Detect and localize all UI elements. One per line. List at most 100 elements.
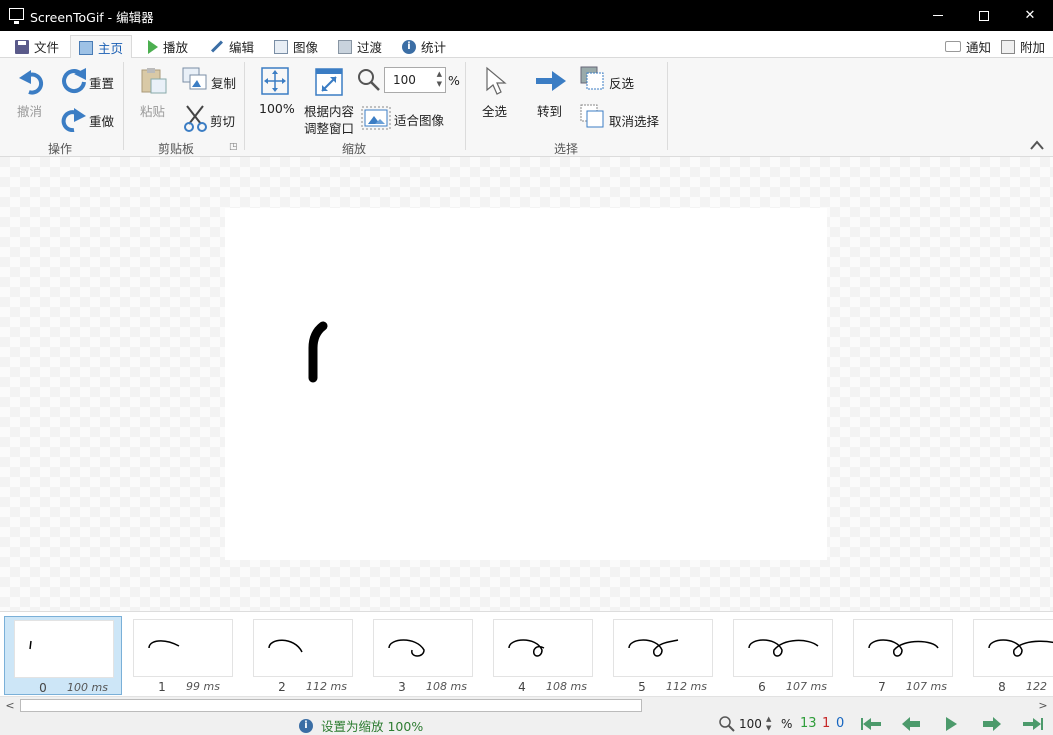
- frame-item-0[interactable]: 0 100 ms: [4, 616, 122, 695]
- minimize-icon: [933, 15, 943, 16]
- group-label-select: 选择: [553, 142, 578, 156]
- status-message: i 设置为缩放 100%: [299, 716, 423, 735]
- status-zoom-unit: %: [781, 717, 793, 731]
- editor-canvas-area: [0, 157, 1053, 611]
- magnifier-icon: [719, 716, 735, 732]
- pen-icon: [210, 40, 224, 53]
- tab-edit[interactable]: 编辑: [210, 35, 254, 58]
- app-monitor-icon: [9, 8, 24, 24]
- ribbon-tab-bar: 文件 主页 播放 编辑 图像 过渡 i 统计 通知 附加: [0, 31, 1053, 59]
- zoom-value-input[interactable]: 100 ▲ ▼: [384, 67, 446, 93]
- title-bar: ScreenToGif - 编辑器 ✕: [0, 0, 1053, 31]
- tab-extras[interactable]: 附加: [1001, 35, 1045, 58]
- scrollbar-thumb[interactable]: [20, 699, 642, 712]
- fit-image-icon: [361, 106, 391, 130]
- tab-home[interactable]: 主页: [70, 35, 133, 59]
- select-all-button[interactable]: 全选: [478, 64, 514, 124]
- window-title: ScreenToGif - 编辑器: [30, 10, 154, 25]
- frame-item-2[interactable]: 2 112 ms: [244, 616, 362, 695]
- tab-image[interactable]: 图像: [274, 35, 318, 58]
- group-label-actions: 操作: [47, 142, 72, 156]
- info-icon: i: [299, 718, 313, 733]
- deselect-icon: [580, 104, 604, 128]
- invert-selection-button[interactable]: 反选: [580, 64, 650, 94]
- home-icon: [79, 40, 93, 55]
- drawn-stroke: [308, 321, 328, 383]
- frame-thumbnail: [613, 619, 713, 677]
- group-label-clipboard: 剪贴板: [157, 142, 194, 156]
- tab-file[interactable]: 文件: [15, 35, 59, 58]
- close-button[interactable]: ✕: [1007, 0, 1053, 31]
- minimize-button[interactable]: [915, 0, 961, 31]
- frame-thumbnail: [853, 619, 953, 677]
- frame-thumbnail: [133, 619, 233, 677]
- resize-window-icon: [315, 68, 343, 96]
- frame-thumbnail: [253, 619, 353, 677]
- tab-play[interactable]: 播放: [148, 35, 188, 58]
- frame-count-selected: 1: [822, 716, 831, 731]
- group-divider: [244, 62, 245, 150]
- frame-item-7[interactable]: 7 107 ms: [844, 616, 962, 695]
- copy-button[interactable]: 复制: [181, 64, 241, 94]
- scroll-left-icon[interactable]: <: [2, 698, 18, 713]
- paste-icon: [141, 68, 167, 94]
- redo-button[interactable]: 重做: [58, 102, 118, 132]
- frame-item-3[interactable]: 3 108 ms: [364, 616, 482, 695]
- play-frames-icon[interactable]: [944, 716, 958, 732]
- frame-thumbnail: [973, 619, 1053, 677]
- current-frame-canvas[interactable]: [225, 208, 827, 560]
- copy-icon: [182, 67, 207, 90]
- group-label-zoom: 缩放: [341, 142, 366, 156]
- save-icon: [15, 39, 29, 54]
- collapse-ribbon-chevron-up-icon[interactable]: [1029, 139, 1045, 151]
- group-divider: [667, 62, 668, 150]
- magnifier-icon: [358, 69, 380, 91]
- frame-thumbnail: [14, 620, 114, 678]
- reset-button[interactable]: 重置: [58, 64, 118, 94]
- frame-count-other: 0: [836, 716, 845, 731]
- paste-button[interactable]: 粘贴: [136, 64, 170, 124]
- deselect-button[interactable]: 取消选择: [580, 102, 664, 132]
- transition-icon: [338, 39, 352, 54]
- play-icon: [148, 39, 158, 54]
- reset-icon: [62, 68, 86, 93]
- group-divider: [123, 62, 124, 150]
- info-icon: i: [402, 39, 416, 54]
- frame-count-total: 13: [800, 716, 817, 731]
- fit-window-button[interactable]: 根据内容 调整窗口: [303, 64, 361, 138]
- tab-transition[interactable]: 过渡: [338, 35, 382, 58]
- close-icon: ✕: [1024, 8, 1036, 23]
- fit-image-button[interactable]: 适合图像: [361, 106, 457, 130]
- frame-item-6[interactable]: 6 107 ms: [724, 616, 842, 695]
- status-zoom-spinner[interactable]: ▲ ▼: [766, 715, 771, 733]
- fit-size-icon: [261, 67, 289, 95]
- last-frame-icon[interactable]: [1021, 716, 1043, 732]
- maximize-button[interactable]: [961, 0, 1007, 31]
- frame-list-scrollbar[interactable]: < >: [0, 696, 1053, 713]
- first-frame-icon[interactable]: [861, 716, 883, 732]
- scroll-right-icon[interactable]: >: [1035, 698, 1051, 713]
- status-bar: i 设置为缩放 100% 100 ▲ ▼ % 13 1 0: [0, 713, 1053, 735]
- undo-icon: [19, 70, 44, 95]
- frame-item-4[interactable]: 4 108 ms: [484, 616, 602, 695]
- notification-icon: [945, 41, 961, 52]
- next-frame-icon[interactable]: [982, 716, 1002, 732]
- clipboard-launcher-icon[interactable]: ◳: [229, 142, 238, 152]
- status-zoom-value[interactable]: 100: [739, 717, 762, 731]
- cut-button[interactable]: 剪切: [181, 102, 241, 132]
- undo-button[interactable]: 撤消: [14, 64, 48, 124]
- tab-notifications[interactable]: 通知: [945, 35, 991, 58]
- invert-selection-icon: [580, 66, 604, 90]
- zoom-spinner[interactable]: ▲ ▼: [437, 69, 442, 89]
- frame-item-8[interactable]: 8 122: [964, 616, 1053, 695]
- group-divider: [465, 62, 466, 150]
- cursor-icon: [486, 66, 507, 95]
- goto-button[interactable]: 转到: [533, 64, 569, 124]
- zoom-100-button[interactable]: 100%: [257, 64, 295, 124]
- previous-frame-icon[interactable]: [901, 716, 921, 732]
- frame-item-5[interactable]: 5 112 ms: [604, 616, 722, 695]
- zoom-unit-label: %: [448, 73, 460, 88]
- tab-statistics[interactable]: i 统计: [402, 35, 446, 58]
- redo-icon: [61, 108, 86, 132]
- frame-item-1[interactable]: 1 99 ms: [124, 616, 242, 695]
